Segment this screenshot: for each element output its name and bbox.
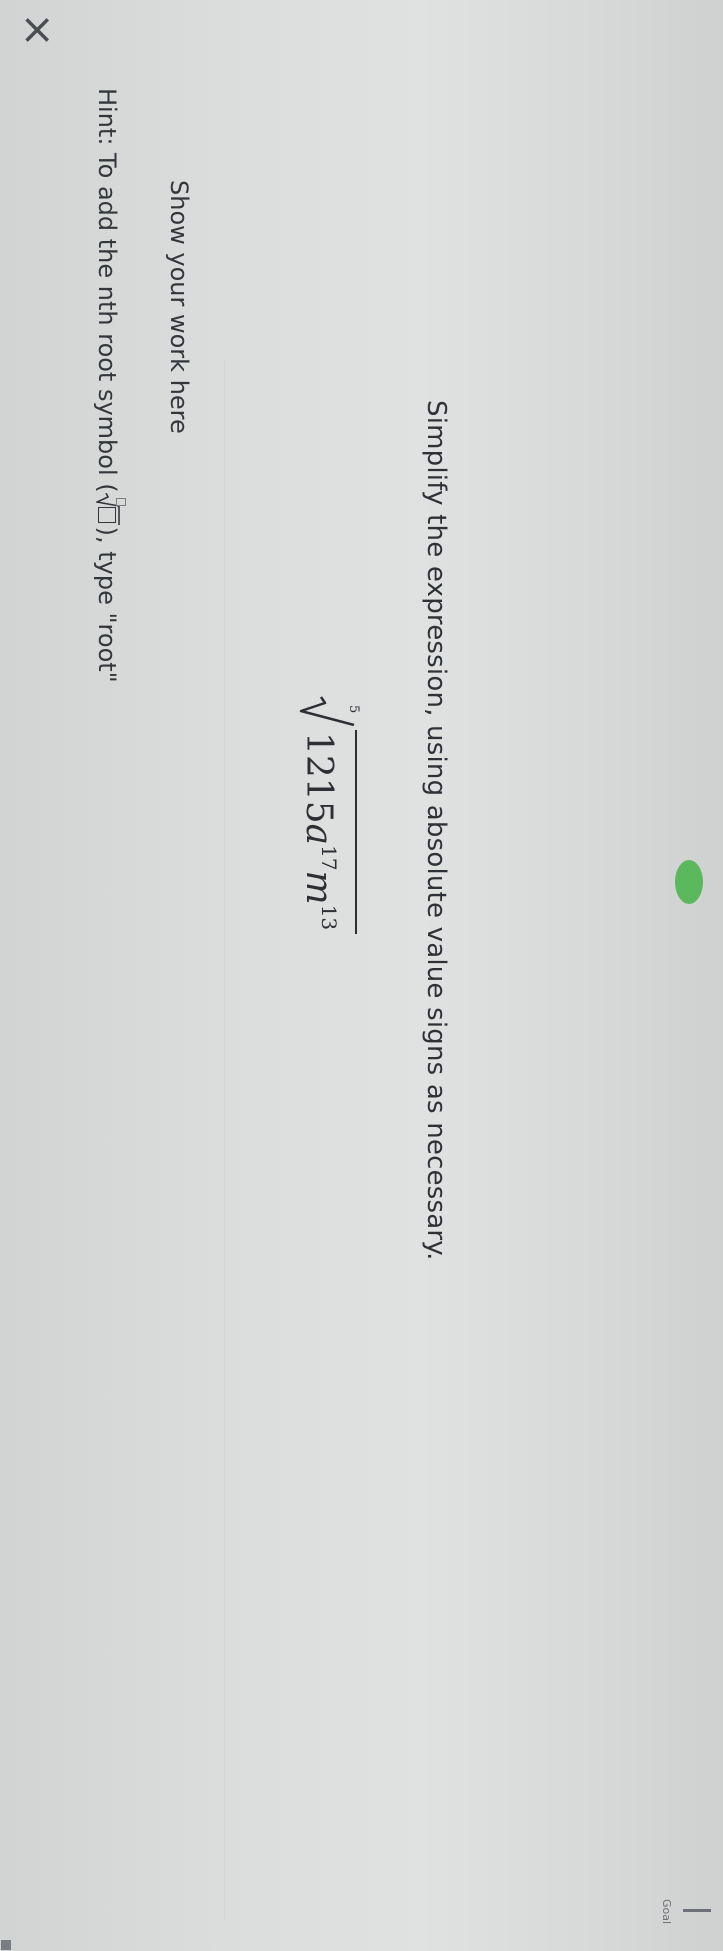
question-page: × Goal Simplify the expression, using ab… [0, 0, 723, 1951]
goal-label: Goal [660, 1899, 673, 1925]
variable-m: m [298, 870, 339, 905]
question-prompt: Simplify the expression, using absolute … [421, 400, 451, 1261]
nth-root-icon [96, 492, 126, 527]
radical-sign-icon [299, 696, 355, 726]
edge-marker [1, 1940, 11, 1950]
hint-text: Hint: To add the nth root symbol ( ), typ… [93, 88, 126, 683]
divider [224, 360, 225, 1920]
variable-a: a [298, 823, 339, 846]
goal-indicator: Goal [647, 1895, 717, 1945]
hint-prefix: Hint: To add the nth root symbol ( [93, 88, 121, 493]
exponent-m: 13 [317, 904, 341, 931]
radicand: 1215a17m13 [296, 730, 357, 935]
goal-flag-icon [683, 1909, 711, 1912]
screen: × Goal Simplify the expression, using ab… [0, 0, 723, 1951]
progress-dot [675, 860, 703, 904]
hint-suffix: ), type "root" [93, 526, 121, 683]
close-icon[interactable]: × [14, 10, 63, 50]
coefficient: 1215 [298, 732, 339, 824]
show-work-label: Show your work here [165, 180, 193, 434]
exponent-a: 17 [317, 845, 341, 871]
